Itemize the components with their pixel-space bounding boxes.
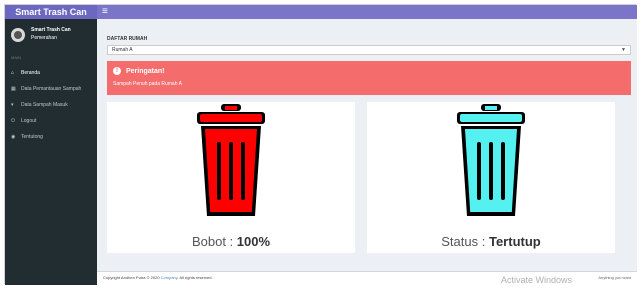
cyan-trash-can-icon (457, 104, 525, 216)
red-trash-can-icon (197, 104, 265, 216)
company-link[interactable]: Company (161, 275, 178, 280)
sidebar-section-label: MAIN (11, 55, 21, 60)
footer-tagline: Anything you want (598, 275, 631, 280)
alert-title: Peringatan! (126, 67, 165, 75)
sidebar-item-label: Data Pemantauan Sampah (21, 86, 82, 92)
house-list-label: DAFTAR RUMAH (107, 36, 148, 42)
sidebar-item-beranda[interactable]: ⌂ Beranda (5, 65, 97, 81)
user-panel: Smart Trash Can Pemerahan (11, 25, 95, 49)
sidebar-item-logout[interactable]: ⏻ Logout (5, 113, 97, 129)
warning-alert: ! Peringatan! Sampah Penuh pada Rumah A (107, 61, 631, 95)
home-icon: ⌂ (11, 70, 15, 76)
main-content: DAFTAR RUMAH Rumah A ▼ ! Peringatan! Sam… (97, 19, 637, 285)
chevron-down-icon: ▼ (621, 47, 626, 53)
sidebar-item-label: Data Sampah Masuk (21, 102, 68, 108)
trash-icon: ▾ (11, 102, 14, 108)
sidebar-item-tentutong[interactable]: ◉ Tentutong (5, 129, 97, 145)
status-caption: Status : Tertutup (367, 234, 615, 249)
menu-toggle-icon[interactable]: ≡ (102, 5, 108, 19)
status-label: Status : (441, 234, 489, 249)
brand-logo[interactable]: Smart Trash Can (5, 5, 97, 19)
weight-value: 100% (236, 234, 271, 249)
sidebar-menu: ⌂ Beranda ▦ Data Pemantauan Sampah ▾ Dat… (5, 65, 97, 145)
status-value: Tertutup (488, 234, 541, 249)
sidebar-item-label: Tentutong (21, 134, 43, 140)
sidebar-item-label: Beranda (21, 70, 40, 76)
weight-card: Bobot : 100% (107, 102, 355, 253)
alert-message: Sampah Penuh pada Rumah A (113, 81, 182, 87)
activate-windows-watermark: Activate Windows (501, 275, 573, 285)
alert-icon: ! (113, 67, 121, 75)
sidebar: Smart Trash Can Pemerahan MAIN ⌂ Beranda… (5, 19, 97, 285)
status-card: Status : Tertutup (367, 102, 615, 253)
top-navbar: Smart Trash Can ≡ (5, 5, 637, 19)
footer-copyright: Copyright Andhen Putra © 2020 Company. A… (103, 275, 213, 280)
app-window: Smart Trash Can ≡ Smart Trash Can Pemera… (4, 4, 637, 285)
house-select[interactable]: Rumah A ▼ (107, 45, 631, 55)
sidebar-item-data-sampah-masuk[interactable]: ▾ Data Sampah Masuk (5, 97, 97, 113)
house-select-value: Rumah A (112, 47, 133, 53)
info-icon: ◉ (11, 134, 16, 140)
avatar (11, 28, 25, 42)
sidebar-item-data-pemantauan-sampah[interactable]: ▦ Data Pemantauan Sampah (5, 81, 97, 97)
weight-caption: Bobot : 100% (107, 234, 355, 249)
sidebar-item-label: Logout (21, 118, 37, 124)
user-name: Smart Trash Can (31, 27, 71, 33)
footer: Copyright Andhen Putra © 2020 Company. A… (97, 271, 637, 285)
logout-icon: ⏻ (11, 118, 15, 124)
weight-label: Bobot : (191, 234, 237, 249)
user-role: Pemerahan (31, 35, 57, 41)
table-icon: ▦ (11, 86, 16, 92)
